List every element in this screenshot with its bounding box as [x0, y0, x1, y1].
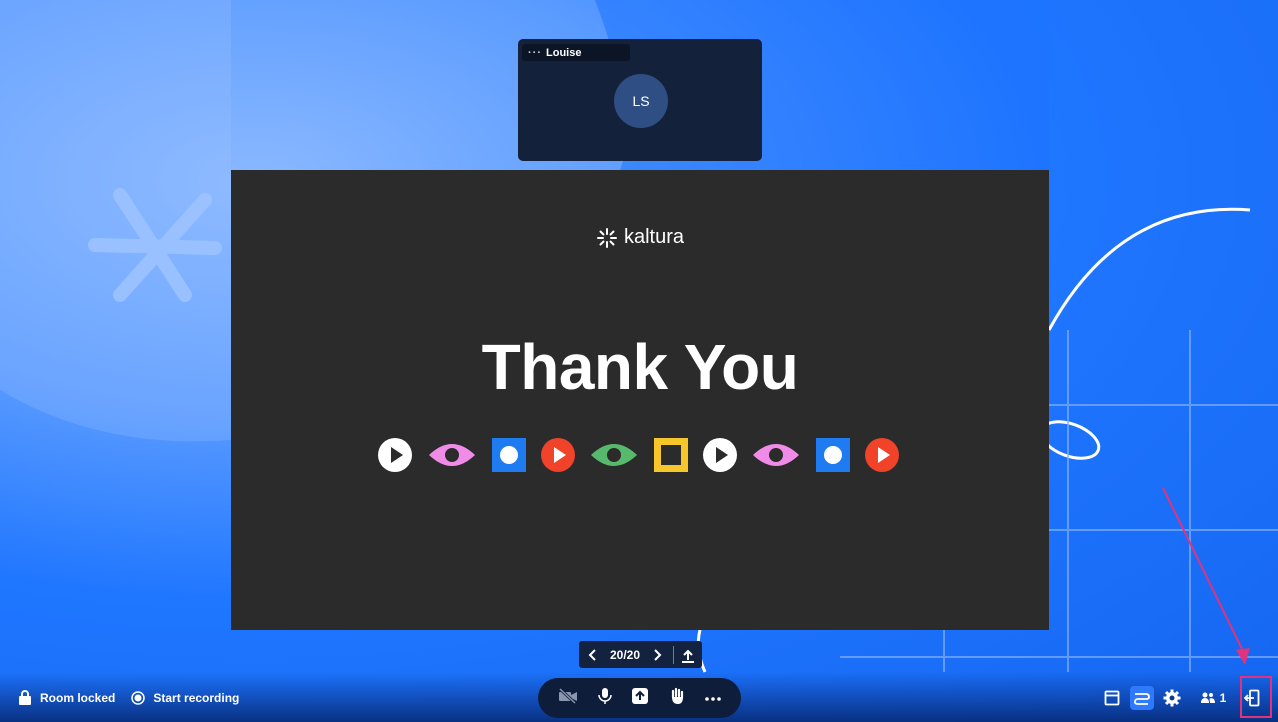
- chevron-right-icon: [654, 648, 662, 661]
- layout-icon: [1104, 690, 1120, 706]
- slide-icon-row: [378, 438, 899, 472]
- square-icon: [816, 438, 850, 472]
- start-recording-button[interactable]: Start recording: [131, 691, 239, 705]
- eye-icon: [591, 444, 637, 466]
- participant-name-tag[interactable]: ··· Louise: [522, 44, 630, 61]
- more-icon: [705, 697, 721, 701]
- slide-pager: 20/20: [579, 641, 702, 668]
- participant-tile[interactable]: ··· Louise LS: [518, 39, 762, 161]
- upload-icon: [682, 649, 694, 663]
- microphone-toggle-button[interactable]: [597, 687, 612, 710]
- chevron-left-icon: [588, 648, 596, 661]
- square-icon: [492, 438, 526, 472]
- microphone-icon: [597, 687, 612, 704]
- breakout-button[interactable]: [1130, 686, 1154, 710]
- brand-name: kaltura: [623, 226, 685, 248]
- shared-slide: kaltura Thank You: [231, 170, 1049, 630]
- participant-name: Louise: [546, 46, 582, 59]
- play-icon: [865, 438, 899, 472]
- settings-button[interactable]: [1160, 686, 1184, 710]
- eye-icon: [429, 444, 475, 466]
- raise-hand-button[interactable]: [669, 687, 685, 710]
- participants-count: 1: [1219, 691, 1227, 705]
- gear-icon: [1163, 689, 1181, 707]
- switch-icon: [1134, 693, 1150, 705]
- avatar: LS: [614, 74, 668, 128]
- play-icon: [541, 438, 575, 472]
- share-screen-button[interactable]: [631, 687, 649, 710]
- record-icon: [131, 690, 146, 705]
- room-locked-label: Room locked: [40, 690, 116, 705]
- media-controls: [538, 678, 741, 718]
- square-icon: [654, 438, 688, 472]
- lock-icon: [19, 690, 31, 705]
- start-recording-label: Start recording: [153, 690, 240, 705]
- slide-counter: 20/20: [609, 647, 641, 662]
- upload-slide-button[interactable]: [676, 641, 700, 668]
- bg-shape: [0, 0, 231, 442]
- layout-button[interactable]: [1100, 686, 1124, 710]
- room-locked-button[interactable]: Room locked: [18, 690, 115, 705]
- more-options-button[interactable]: [705, 689, 721, 707]
- leave-button-highlight: [1240, 676, 1272, 718]
- play-icon: [378, 438, 412, 472]
- kaltura-logo-icon: [596, 227, 617, 248]
- room-status: Room locked Start recording: [18, 690, 255, 705]
- users-icon: [1200, 692, 1215, 703]
- prev-slide-button[interactable]: [579, 641, 605, 668]
- brand-logo: kaltura: [231, 226, 1049, 249]
- pager-divider: [673, 645, 674, 664]
- next-slide-button[interactable]: [645, 641, 671, 668]
- play-icon: [703, 438, 737, 472]
- hand-icon: [672, 687, 684, 704]
- camera-off-icon: [558, 687, 577, 704]
- participants-button[interactable]: 1: [1196, 686, 1230, 710]
- participant-menu-icon[interactable]: ···: [528, 47, 542, 59]
- eye-icon: [753, 444, 799, 466]
- annotation-arrow: [1162, 487, 1246, 656]
- share-icon: [632, 687, 649, 704]
- slide-title: Thank You: [481, 331, 799, 403]
- bg-arc: [1047, 207, 1251, 331]
- camera-toggle-button[interactable]: [558, 687, 578, 709]
